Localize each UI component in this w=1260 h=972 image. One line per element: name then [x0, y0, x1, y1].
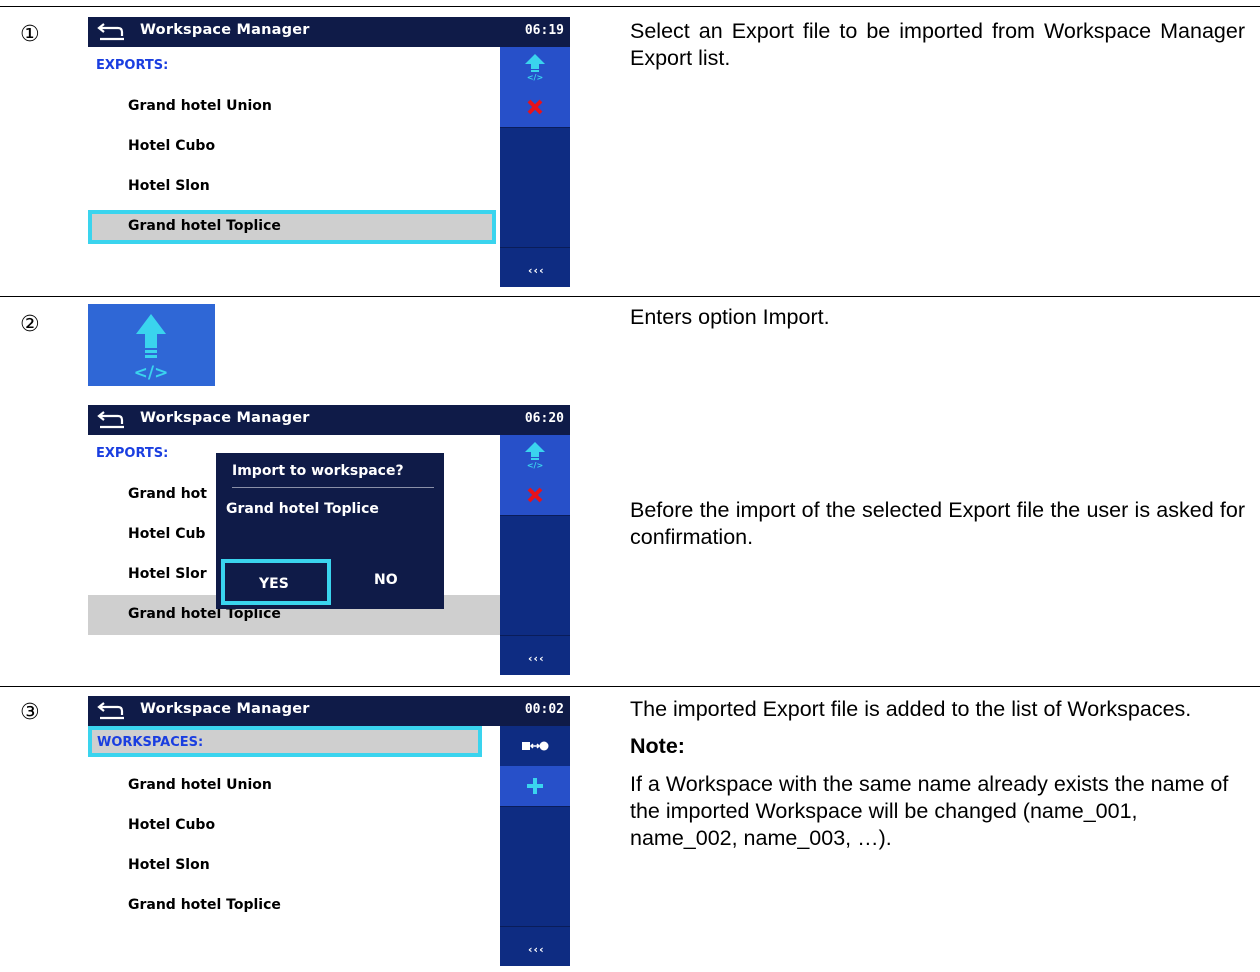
list-item[interactable]: Hotel Cubo: [128, 138, 215, 154]
row-divider-1: [0, 296, 1260, 297]
yes-label: YES: [259, 576, 289, 592]
switch-icon: [522, 741, 549, 751]
list-item-selected[interactable]: Grand hotel Toplice: [128, 218, 281, 234]
side-panel: </> ‹‹‹: [500, 435, 570, 675]
device-screen-2: Workspace Manager 06:20 EXPORTS: Grand h…: [88, 405, 570, 675]
more-icon: ‹‹‹: [528, 943, 545, 956]
delete-button[interactable]: [500, 475, 570, 516]
list-item[interactable]: Grand hotel Union: [128, 777, 272, 793]
more-button[interactable]: ‹‹‹: [500, 635, 570, 675]
dialog-question: Import to workspace?: [232, 463, 404, 479]
yes-button[interactable]: YES: [221, 559, 331, 605]
step-3-description: The imported Export file is added to the…: [630, 697, 1192, 721]
clock: 06:20: [524, 411, 564, 426]
more-button[interactable]: ‹‹‹: [500, 926, 570, 966]
back-icon[interactable]: [96, 699, 126, 721]
add-icon: [527, 778, 543, 794]
import-icon-large: </>: [88, 304, 215, 386]
svg-text:</>: </>: [527, 461, 543, 469]
switch-button[interactable]: [500, 726, 570, 767]
list-item[interactable]: Hotel Cubo: [128, 817, 215, 833]
step-3-text: The imported Export file is added to the…: [630, 696, 1245, 852]
delete-icon: [527, 99, 543, 115]
side-panel: </> ‹‹‹: [500, 47, 570, 287]
list-item[interactable]: Hotel Slon: [128, 857, 210, 873]
step-2-description-2: Before the import of the selected Export…: [630, 498, 1245, 549]
back-icon[interactable]: [96, 20, 126, 42]
step-2-description: Enters option Import.: [630, 305, 830, 329]
svg-text:</>: </>: [527, 73, 543, 81]
dialog-value: Grand hotel Toplice: [226, 501, 379, 517]
note-heading: Note:: [630, 734, 685, 758]
list-header: EXPORTS:: [96, 58, 169, 73]
list-item[interactable]: Hotel Slon: [128, 178, 210, 194]
list-item[interactable]: Grand hotel Toplice: [128, 897, 281, 913]
step-1-text: Select an Export file to be imported fro…: [630, 18, 1245, 72]
svg-text:</>: </>: [134, 363, 169, 383]
row-divider-2: [0, 686, 1260, 687]
step-1-description: Select an Export file to be imported fro…: [630, 19, 1245, 70]
no-label: NO: [374, 572, 398, 588]
back-icon[interactable]: [96, 408, 126, 430]
import-button[interactable]: </>: [500, 435, 570, 476]
step-marker-3: ③: [20, 700, 40, 725]
step-2-text-b: Before the import of the selected Export…: [630, 497, 1245, 551]
top-rule: [0, 6, 1260, 7]
clock: 00:02: [524, 702, 564, 717]
delete-button[interactable]: [500, 87, 570, 128]
screen-title: Workspace Manager: [140, 22, 310, 38]
import-icon: </>: [525, 54, 545, 81]
list-header: WORKSPACES:: [97, 735, 204, 750]
more-icon: ‹‹‹: [528, 264, 545, 277]
import-button[interactable]: </>: [500, 47, 570, 88]
title-bar: Workspace Manager 06:19: [88, 17, 570, 47]
device-screen-1: Workspace Manager 06:19 EXPORTS: Grand h…: [88, 17, 570, 287]
screen-title: Workspace Manager: [140, 701, 310, 717]
side-panel: ‹‹‹: [500, 726, 570, 966]
list-item[interactable]: Hotel Cub: [128, 526, 205, 542]
delete-icon: [527, 487, 543, 503]
confirm-dialog: Import to workspace? Grand hotel Toplice…: [216, 453, 444, 609]
device-screen-3: Workspace Manager 00:02 WORKSPACES: Gran…: [88, 696, 570, 966]
dialog-divider: [232, 487, 434, 488]
title-bar: Workspace Manager 06:20: [88, 405, 570, 435]
step-marker-2: ②: [20, 312, 40, 337]
screen-title: Workspace Manager: [140, 410, 310, 426]
more-icon: ‹‹‹: [528, 652, 545, 665]
no-button[interactable]: NO: [336, 559, 441, 605]
list-header-selected[interactable]: WORKSPACES:: [88, 726, 482, 757]
list-header: EXPORTS:: [96, 446, 169, 461]
list-item[interactable]: Hotel Slor: [128, 566, 207, 582]
more-button[interactable]: ‹‹‹: [500, 247, 570, 287]
import-icon: </>: [134, 314, 169, 383]
list-item[interactable]: Grand hotel Union: [128, 98, 272, 114]
title-bar: Workspace Manager 00:02: [88, 696, 570, 726]
step-2-text-a: Enters option Import.: [630, 304, 1245, 331]
import-icon: </>: [525, 442, 545, 469]
step-marker-1: ①: [20, 22, 40, 47]
list-item[interactable]: Grand hot: [128, 486, 207, 502]
add-button[interactable]: [500, 766, 570, 807]
clock: 06:19: [524, 23, 564, 38]
note-text: If a Workspace with the same name alread…: [630, 772, 1229, 850]
